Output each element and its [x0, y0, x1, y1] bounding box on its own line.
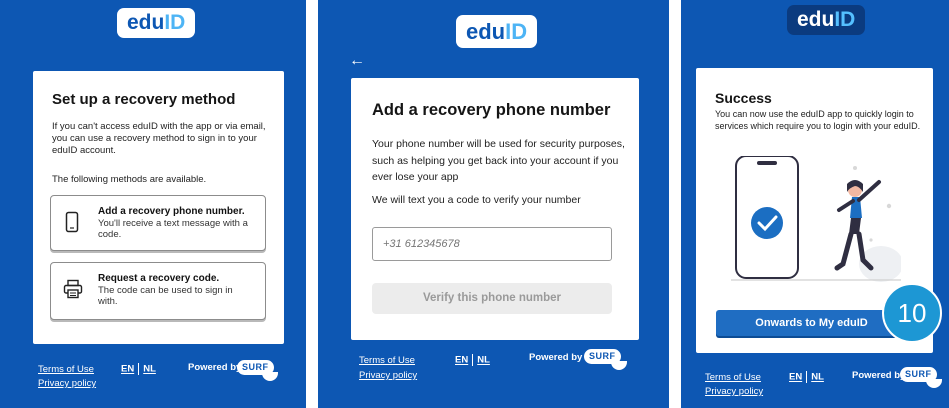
add-phone-option[interactable]: Add a recovery phone number. You'll rece…	[50, 195, 266, 251]
language-switch: EN NL	[121, 363, 156, 375]
powered-by-text: Powered by	[852, 370, 906, 381]
option-phone-heading: Add a recovery phone number.	[98, 206, 245, 217]
eduid-logo: eduID	[456, 15, 538, 48]
terms-link[interactable]: Terms of Use	[705, 372, 761, 383]
page-title: Success	[715, 90, 772, 106]
sms-info-text: We will text you a code to verify your n…	[372, 194, 581, 206]
printer-icon	[63, 279, 83, 299]
option-code-sub: The code can be used to sign in with.	[98, 285, 233, 307]
language-switch: EN NL	[455, 354, 490, 366]
illustration-dot	[886, 203, 892, 209]
lang-nl[interactable]: NL	[143, 364, 156, 375]
methods-text: The following methods are available.	[52, 174, 207, 185]
lang-en[interactable]: EN	[121, 364, 134, 375]
privacy-link[interactable]: Privacy policy	[38, 378, 96, 389]
check-circle-icon	[751, 207, 783, 239]
surf-logo-tail	[262, 372, 278, 381]
lang-nl[interactable]: NL	[811, 372, 824, 383]
step-badge: 10	[882, 283, 942, 343]
phone-icon	[65, 211, 79, 233]
lang-en[interactable]: EN	[455, 355, 468, 366]
lang-nl[interactable]: NL	[477, 355, 490, 366]
eduid-logo: eduID	[787, 5, 866, 35]
add-phone-card: Add a recovery phone number Your phone n…	[351, 78, 639, 340]
illustration-phone-speaker	[757, 161, 777, 165]
success-text: You can now use the eduID app to quickly…	[715, 109, 921, 131]
option-code-heading: Request a recovery code.	[98, 273, 220, 284]
success-illustration	[731, 156, 901, 282]
request-code-option[interactable]: Request a recovery code. The code can be…	[50, 262, 266, 320]
panel-add-phone: eduID ← Add a recovery phone number Your…	[318, 0, 669, 408]
terms-link[interactable]: Terms of Use	[38, 364, 94, 375]
recovery-card: Set up a recovery method If you can't ac…	[33, 71, 284, 344]
phone-number-input[interactable]	[372, 227, 612, 261]
surf-logo-tail	[611, 361, 627, 370]
illustration-dot	[869, 238, 873, 242]
terms-link[interactable]: Terms of Use	[359, 355, 415, 366]
lang-en[interactable]: EN	[789, 372, 802, 383]
page-title: Set up a recovery method	[52, 91, 236, 108]
panel-success: eduID Success You can now use the eduID …	[681, 0, 949, 408]
panel-recovery-method: eduID Set up a recovery method If you ca…	[0, 0, 306, 408]
privacy-link[interactable]: Privacy policy	[705, 386, 763, 397]
intro-text: If you can't access eduID with the app o…	[52, 121, 266, 156]
eduid-logo: eduID	[117, 8, 196, 38]
powered-by-text: Powered by	[188, 362, 242, 373]
surf-logo-tail	[926, 379, 942, 388]
illustration-dot	[853, 166, 857, 170]
option-phone-sub: You'll receive a text message with a cod…	[98, 218, 248, 240]
phone-purpose-text: Your phone number will be used for secur…	[372, 138, 625, 183]
powered-by-text: Powered by	[529, 352, 583, 363]
back-arrow-icon[interactable]: ←	[349, 52, 365, 70]
privacy-link[interactable]: Privacy policy	[359, 370, 417, 381]
page-title: Add a recovery phone number	[372, 101, 611, 119]
verify-phone-button[interactable]: Verify this phone number	[372, 283, 612, 314]
onwards-button[interactable]: Onwards to My eduID	[716, 310, 907, 336]
illustration-person-leg	[834, 231, 854, 271]
language-switch: EN NL	[789, 371, 824, 383]
